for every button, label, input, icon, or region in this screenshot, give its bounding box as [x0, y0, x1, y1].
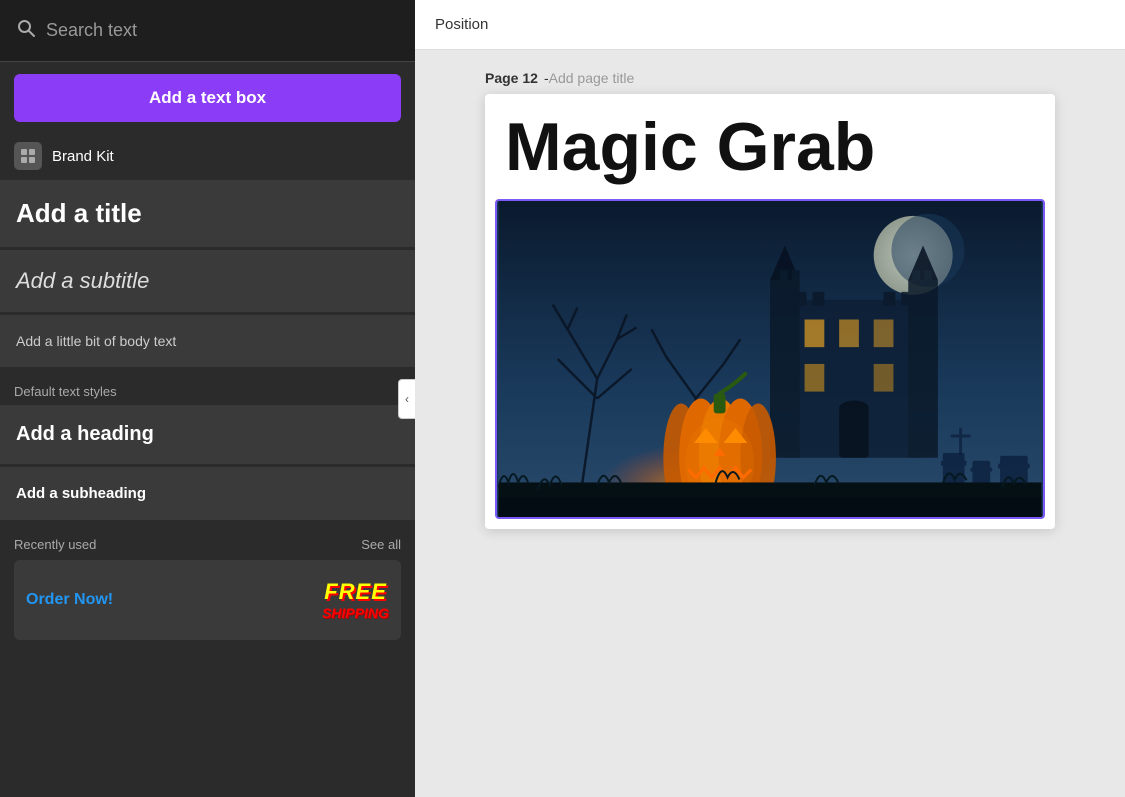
card-left: Order Now!	[26, 591, 113, 609]
add-subheading-item[interactable]: Add a subheading	[0, 467, 415, 520]
search-bar	[0, 0, 415, 62]
add-title-item[interactable]: Add a title	[0, 180, 415, 247]
left-panel: Add a text box Brand Kit Add a title Add…	[0, 0, 415, 797]
page-label-row: Page 12 - Add page title	[485, 70, 1055, 86]
canvas-image[interactable]	[495, 199, 1045, 519]
canvas: Magic Grab	[485, 94, 1055, 529]
position-label: Position	[435, 16, 488, 33]
shipping-text: SHIPPING	[322, 605, 389, 621]
brand-kit-label: Brand Kit	[52, 148, 114, 165]
collapse-button[interactable]: ‹	[398, 379, 415, 419]
order-now-text: Order Now!	[26, 591, 113, 609]
add-heading-item[interactable]: Add a heading	[0, 405, 415, 464]
page-number: Page 12	[485, 70, 538, 86]
add-body-item[interactable]: Add a little bit of body text	[0, 315, 415, 367]
recently-used-card[interactable]: Order Now! FREE SHIPPING	[14, 560, 401, 640]
recently-used-label: Recently used	[14, 537, 96, 552]
card-right: FREE SHIPPING	[322, 579, 389, 621]
search-icon	[16, 18, 36, 44]
free-text: FREE	[322, 579, 389, 605]
halloween-illustration	[497, 201, 1043, 517]
add-subtitle-item[interactable]: Add a subtitle	[0, 250, 415, 312]
canvas-main-title: Magic Grab	[485, 94, 1055, 195]
brand-kit-row[interactable]: Brand Kit	[0, 134, 415, 180]
page-title-input[interactable]: Add page title	[549, 70, 635, 86]
search-input[interactable]	[46, 20, 399, 41]
brand-kit-icon	[14, 142, 42, 170]
canvas-area: Page 12 - Add page title Magic Grab	[415, 50, 1125, 797]
right-panel: Position Page 12 - Add page title Magic …	[415, 0, 1125, 797]
scroll-area: Add a title Add a subtitle Add a little …	[0, 180, 415, 797]
recently-used-header: Recently used See all	[0, 523, 415, 560]
see-all-button[interactable]: See all	[361, 537, 401, 552]
default-styles-label: Default text styles	[0, 370, 415, 405]
add-textbox-button[interactable]: Add a text box	[14, 74, 401, 122]
top-bar: Position	[415, 0, 1125, 50]
